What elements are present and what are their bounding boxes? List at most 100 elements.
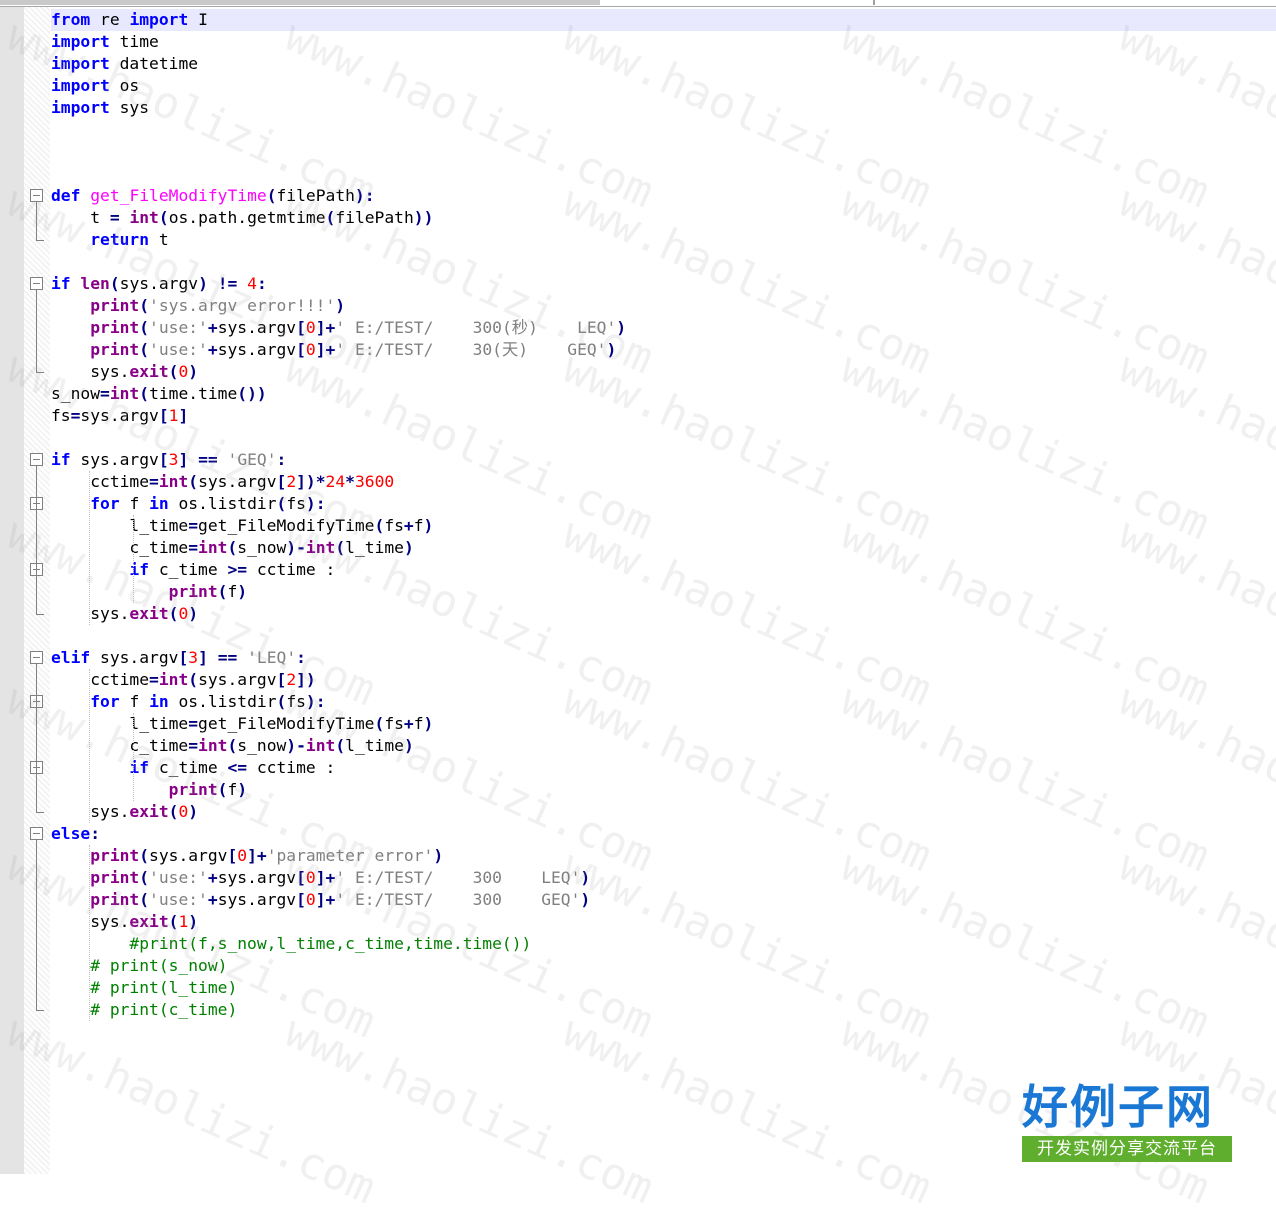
code-line[interactable]: print(f) xyxy=(51,581,247,603)
code-token: ) xyxy=(616,318,627,337)
code-token: l_time xyxy=(345,736,404,755)
code-token: ( xyxy=(335,538,346,557)
code-line[interactable]: l_time=get_FileModifyTime(fs+f) xyxy=(51,515,433,537)
code-line[interactable]: s_now=int(time.time()) xyxy=(51,383,267,405)
code-token: s_now xyxy=(51,384,101,403)
tab-strip[interactable] xyxy=(0,0,1276,7)
code-line[interactable]: import sys xyxy=(51,97,149,119)
code-token: cctime xyxy=(51,472,150,491)
code-token: fs xyxy=(384,714,404,733)
code-token: time.time xyxy=(149,384,238,403)
code-line[interactable]: return t xyxy=(51,229,168,251)
code-token: 'LEQ' xyxy=(247,648,297,667)
code-line[interactable]: import datetime xyxy=(51,53,198,75)
code-line[interactable]: print('use:'+sys.argv[0]+' E:/TEST/ 300 … xyxy=(51,867,590,889)
code-line[interactable]: for f in os.listdir(fs): xyxy=(51,493,325,515)
code-line[interactable]: cctime=int(sys.argv[2])*24*3600 xyxy=(51,471,394,493)
code-line[interactable]: print('use:'+sys.argv[0]+' E:/TEST/ 30(天… xyxy=(51,339,616,361)
code-token: import xyxy=(129,10,189,29)
code-token: else xyxy=(51,824,91,843)
code-line[interactable]: def get_FileModifyTime(filePath): xyxy=(51,185,375,207)
code-token: ) xyxy=(188,802,199,821)
fold-toggle-icon[interactable] xyxy=(30,827,43,840)
code-line[interactable]: c_time=int(s_now)-int(l_time) xyxy=(51,537,413,559)
code-line[interactable]: if len(sys.argv) != 4: xyxy=(51,273,267,295)
code-line[interactable]: if c_time <= cctime : xyxy=(51,757,335,779)
fold-margin[interactable] xyxy=(24,7,50,1174)
code-token: [ xyxy=(296,868,306,887)
code-line[interactable]: # print(c_time) xyxy=(51,999,237,1021)
code-line[interactable]: l_time=get_FileModifyTime(fs+f) xyxy=(51,713,433,735)
fold-end xyxy=(36,372,44,373)
code-token: for xyxy=(90,494,120,513)
fold-toggle-icon[interactable] xyxy=(30,651,43,664)
code-line[interactable]: print('use:'+sys.argv[0]+' E:/TEST/ 300 … xyxy=(51,889,590,911)
code-token: 0 xyxy=(237,846,248,865)
code-token: print xyxy=(90,318,140,337)
code-token: + xyxy=(207,340,218,359)
code-token: cctime : xyxy=(247,758,336,777)
code-line[interactable]: c_time=int(s_now)-int(l_time) xyxy=(51,735,413,757)
code-line[interactable]: sys.exit(0) xyxy=(51,361,198,383)
code-line[interactable]: import time xyxy=(51,31,159,53)
code-line[interactable]: print('sys.argv error!!!') xyxy=(51,295,345,317)
code-token: 'use:' xyxy=(149,890,208,909)
code-line[interactable]: if c_time >= cctime : xyxy=(51,559,335,581)
code-line[interactable]: if sys.argv[3] == 'GEQ': xyxy=(51,449,286,471)
code-token: os.listdir xyxy=(168,494,277,513)
code-token: c_time xyxy=(149,758,228,777)
code-token: filePath xyxy=(335,208,414,227)
tab-segment[interactable] xyxy=(0,0,600,5)
fold-toggle-icon[interactable] xyxy=(30,277,43,290)
code-token: ( xyxy=(227,538,238,557)
code-token: ( xyxy=(374,516,385,535)
code-line[interactable]: elif sys.argv[3] == 'LEQ': xyxy=(51,647,306,669)
code-token: = xyxy=(188,516,199,535)
code-token: 3 xyxy=(168,450,179,469)
code-token: ) xyxy=(188,604,199,623)
code-token: [ xyxy=(296,340,306,359)
code-line[interactable]: #print(f,s_now,l_time,c_time,time.time()… xyxy=(51,933,531,955)
code-editor[interactable]: from re import Iimport time import dateti… xyxy=(51,7,1276,1174)
code-line[interactable]: cctime=int(sys.argv[2]) xyxy=(51,669,316,691)
code-line[interactable]: # print(s_now) xyxy=(51,955,227,977)
code-line[interactable]: print(f) xyxy=(51,779,247,801)
code-token: ( xyxy=(266,186,277,205)
code-line[interactable]: t = int(os.path.getmtime(filePath)) xyxy=(51,207,433,229)
code-line[interactable]: for f in os.listdir(fs): xyxy=(51,691,325,713)
code-line[interactable]: import os xyxy=(51,75,139,97)
code-token: 0 xyxy=(305,868,316,887)
code-line[interactable]: sys.exit(0) xyxy=(51,603,198,625)
fold-toggle-icon[interactable] xyxy=(30,189,43,202)
code-token: if xyxy=(51,274,71,293)
code-token: ( xyxy=(168,912,179,931)
code-token: sys.argv xyxy=(119,274,199,293)
code-token: ) xyxy=(433,846,444,865)
code-token: f xyxy=(119,494,150,513)
code-token: <= xyxy=(227,758,248,777)
code-line[interactable]: fs=sys.argv[1] xyxy=(51,405,188,427)
indent-guide xyxy=(89,471,90,625)
code-token: c_time xyxy=(51,538,189,557)
code-line[interactable]: from re import I xyxy=(51,9,1276,31)
code-token: + xyxy=(207,318,218,337)
code-line[interactable]: print(sys.argv[0]+'parameter error') xyxy=(51,845,443,867)
code-line[interactable]: sys.exit(0) xyxy=(51,801,198,823)
code-token: l_time xyxy=(51,516,189,535)
code-token: ] xyxy=(198,648,208,667)
code-line[interactable]: # print(l_time) xyxy=(51,977,237,999)
code-token: def xyxy=(51,186,81,205)
code-token: : xyxy=(296,648,306,667)
code-line[interactable]: else: xyxy=(51,823,100,845)
fold-end xyxy=(36,1010,44,1011)
fold-line xyxy=(36,290,37,372)
code-token: ) xyxy=(237,780,248,799)
code-token: import xyxy=(51,54,110,73)
fold-toggle-icon[interactable] xyxy=(30,453,43,466)
code-token: import xyxy=(51,76,110,95)
code-line[interactable]: sys.exit(1) xyxy=(51,911,198,933)
code-line[interactable]: print('use:'+sys.argv[0]+' E:/TEST/ 300(… xyxy=(51,317,626,339)
